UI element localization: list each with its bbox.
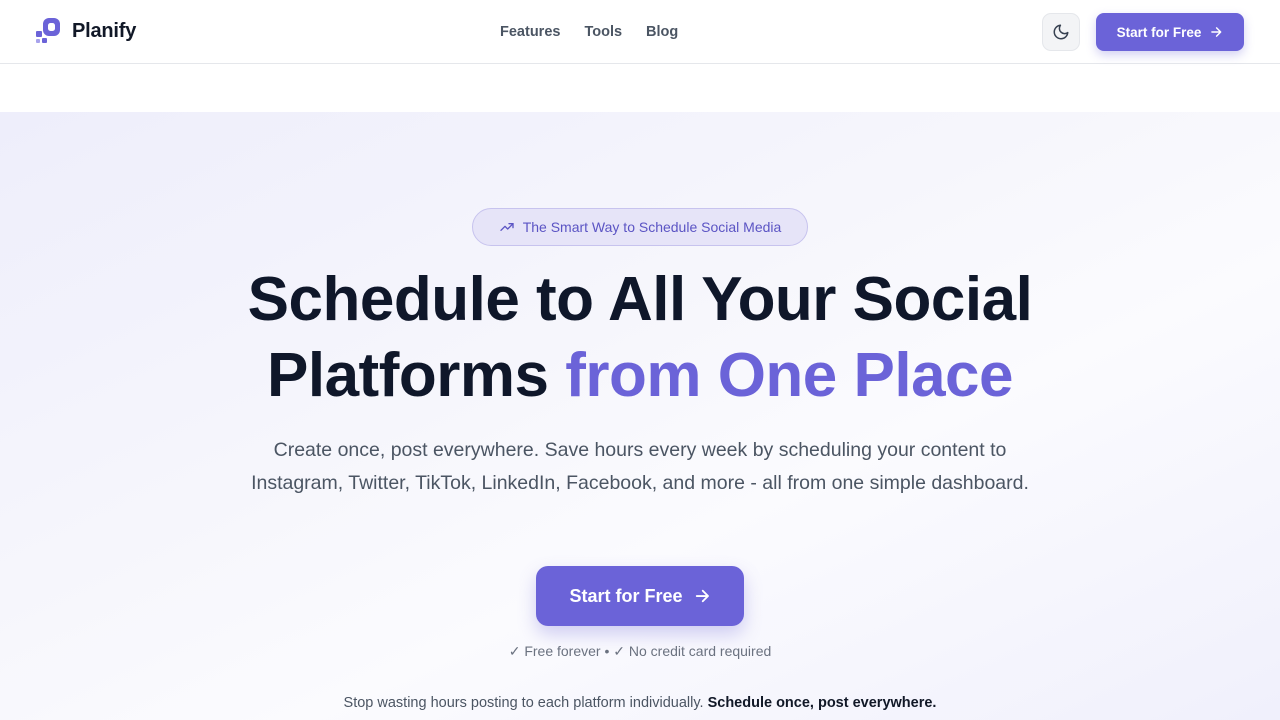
- logo[interactable]: Planify: [34, 17, 136, 45]
- hero-headline: Schedule to All Your Social Platforms fr…: [140, 262, 1140, 414]
- headline-prefix: Platforms: [266, 341, 566, 410]
- hero-cta-label: Start for Free: [569, 585, 683, 606]
- hero-badge: The Smart Way to Schedule Social Media: [472, 208, 808, 246]
- headline-accent: from One Place: [565, 341, 1014, 410]
- trending-up-icon: [500, 223, 514, 231]
- tagline-prefix: Stop wasting hours posting to each platf…: [343, 695, 708, 711]
- arrow-right-icon: [695, 589, 709, 603]
- tagline: Stop wasting hours posting to each platf…: [240, 695, 1040, 711]
- moon-icon: [1053, 24, 1069, 40]
- header-cta-label: Start for Free: [1116, 24, 1202, 40]
- hero-section: The Smart Way to Schedule Social Media S…: [0, 112, 1280, 720]
- site-header: Planify Features Tools Blog Start for Fr…: [0, 0, 1280, 64]
- hero-start-free-button[interactable]: Start for Free: [536, 566, 744, 626]
- nav-link-features[interactable]: Features: [500, 24, 560, 40]
- hero-subtext: Create once, post everywhere. Save hours…: [251, 439, 1029, 494]
- nav-link-blog[interactable]: Blog: [646, 24, 678, 40]
- planify-logo-icon: [36, 18, 60, 43]
- headline-line-1: Schedule to All Your Social: [247, 265, 1033, 334]
- main-nav: Features Tools Blog: [500, 0, 678, 64]
- theme-toggle-button[interactable]: [1042, 13, 1080, 51]
- nav-link-tools[interactable]: Tools: [584, 24, 622, 40]
- assurance-text: ✓ Free forever • ✓ No credit card requir…: [508, 643, 772, 659]
- tagline-bold: Schedule once, post everywhere.: [707, 695, 937, 711]
- arrow-right-icon: [1211, 27, 1222, 37]
- brand-name: Planify: [72, 19, 137, 42]
- badge-text: The Smart Way to Schedule Social Media: [522, 219, 782, 235]
- header-start-free-button[interactable]: Start for Free: [1096, 13, 1244, 51]
